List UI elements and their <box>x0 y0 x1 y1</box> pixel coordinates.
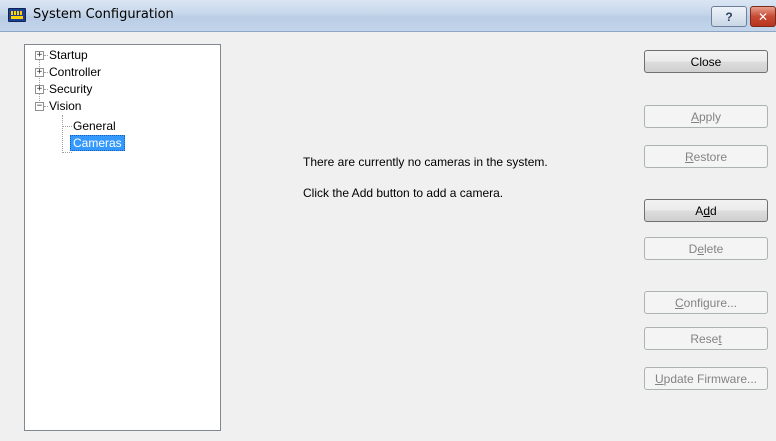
tree-item-vision[interactable]: − Vision <box>35 98 185 114</box>
label-part: d <box>710 203 717 218</box>
tree-item-label: Controller <box>49 65 102 79</box>
restore-button[interactable]: Restore <box>644 145 768 168</box>
access-key: e <box>697 241 704 256</box>
tree-connector <box>62 126 72 127</box>
tree-connector <box>62 115 63 153</box>
access-key: A <box>690 109 699 124</box>
access-key: t <box>718 331 722 346</box>
access-key: R <box>684 149 694 164</box>
access-key: d <box>703 203 710 218</box>
close-button-label: Close <box>690 54 722 69</box>
no-cameras-message: There are currently no cameras in the sy… <box>303 155 548 169</box>
expand-icon[interactable]: + <box>35 85 44 94</box>
tree-item-label: Security <box>49 82 93 96</box>
delete-button[interactable]: De lete <box>644 237 768 260</box>
expand-icon[interactable]: + <box>35 68 44 77</box>
tree-connector <box>44 72 48 73</box>
tree-item-label: Cameras <box>70 135 125 151</box>
reset-button[interactable]: Rese t <box>644 327 768 350</box>
tree-connector <box>44 106 48 107</box>
help-button[interactable]: ? <box>711 6 747 27</box>
configure-button[interactable]: Configure... <box>644 291 768 314</box>
configuration-tree[interactable]: + Startup + Controller + Security − Visi… <box>24 44 221 431</box>
tree-item-label: Startup <box>49 48 88 62</box>
close-button[interactable]: Close <box>644 50 768 73</box>
expand-icon[interactable]: + <box>35 51 44 60</box>
title-bar[interactable]: System Configuration ? ✕ <box>0 0 776 32</box>
label-part: onfigure... <box>683 295 738 310</box>
label-part: D <box>688 241 698 256</box>
add-button[interactable]: Add <box>644 199 768 222</box>
label-part: Rese <box>690 331 719 346</box>
label-part: estore <box>693 149 728 164</box>
access-key: C <box>674 295 684 310</box>
access-key: U <box>654 371 664 386</box>
app-icon <box>8 8 26 22</box>
tree-connector <box>44 89 48 90</box>
update-firmware-button[interactable]: Update Firmware... <box>644 367 768 390</box>
tree-item-security[interactable]: + Security <box>35 81 185 97</box>
tree-item-label: General <box>73 119 116 133</box>
tree-connector <box>62 152 72 153</box>
tree-item-label: Vision <box>49 99 82 113</box>
tree-connector <box>44 55 48 56</box>
add-camera-hint: Click the Add button to add a camera. <box>303 186 504 200</box>
tree-item-general[interactable]: General <box>73 118 116 134</box>
window-close-button[interactable]: ✕ <box>750 6 776 27</box>
tree-item-startup[interactable]: + Startup <box>35 47 185 63</box>
window-title: System Configuration <box>33 7 174 22</box>
collapse-icon[interactable]: − <box>35 102 44 111</box>
label-part: A <box>695 203 704 218</box>
tree-item-controller[interactable]: + Controller <box>35 64 185 80</box>
label-part: pply <box>699 109 722 124</box>
apply-button[interactable]: Apply <box>644 105 768 128</box>
label-part: lete <box>704 241 724 256</box>
tree-item-cameras[interactable]: Cameras <box>70 135 125 151</box>
label-part: pdate Firmware... <box>663 371 758 386</box>
